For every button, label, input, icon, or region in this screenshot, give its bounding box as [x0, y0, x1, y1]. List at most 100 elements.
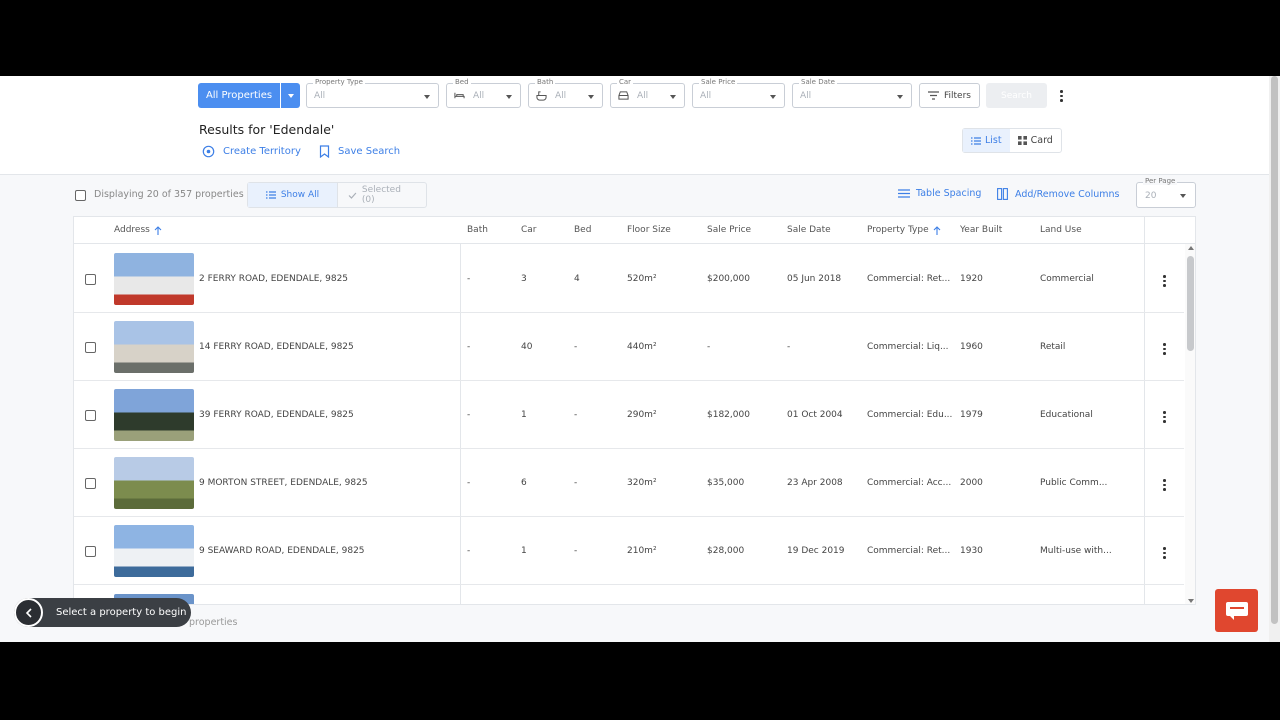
page-scrollbar[interactable] [1269, 76, 1280, 642]
sale-date-cell: 01 Oct 2004 [787, 410, 843, 420]
car-cell: 1 [521, 546, 527, 556]
bath-cell: - [467, 342, 471, 352]
row-actions-icon[interactable] [1163, 275, 1166, 287]
property-type-cell: Commercial: Liq... [867, 342, 949, 352]
land-use-cell: Retail [1040, 342, 1066, 352]
table-row[interactable]: 14 FERRY ROAD, EDENDALE, 9825 - 40 - 440m² - -… [74, 313, 1184, 381]
selected-button[interactable]: Selected (0) [337, 183, 426, 207]
collapse-button[interactable] [14, 598, 43, 627]
sale-price-cell: $182,000 [707, 410, 750, 420]
column-header-floor-size[interactable]: Floor Size [627, 225, 671, 235]
table-spacing-label: Table Spacing [916, 188, 982, 199]
column-header-car[interactable]: Car [521, 225, 537, 235]
property-photo [114, 389, 194, 441]
floor-size-cell: 290m² [627, 410, 657, 420]
column-header-address[interactable]: Address [114, 225, 162, 235]
column-label: Property Type [867, 225, 929, 235]
column-label: Car [521, 225, 537, 235]
scroll-up-icon[interactable] [1188, 246, 1194, 250]
sale-price-cell: $28,000 [707, 546, 745, 556]
bed-select[interactable]: Bed All [446, 78, 521, 108]
row-actions-icon[interactable] [1163, 547, 1166, 559]
card-view-button[interactable]: Card [1010, 129, 1061, 152]
filters-label: Filters [944, 90, 971, 101]
address-cell[interactable]: 39 FERRY ROAD, EDENDALE, 9825 [199, 410, 354, 420]
column-header-bath[interactable]: Bath [467, 225, 488, 235]
row-checkbox[interactable] [85, 478, 96, 489]
list-icon [265, 191, 276, 199]
bookmark-icon [319, 145, 330, 158]
create-territory-link[interactable]: Create Territory [202, 145, 301, 158]
table-scrollbar[interactable] [1185, 244, 1195, 604]
select-property-toast[interactable]: Select a property to begin [14, 598, 191, 627]
property-type-select[interactable]: Property Type All [306, 78, 439, 108]
per-page-select[interactable]: Per Page 20 [1136, 177, 1196, 208]
land-use-cell: Public Comm... [1040, 478, 1108, 488]
show-all-button[interactable]: Show All [248, 183, 337, 207]
page-scrollbar-thumb[interactable] [1271, 76, 1278, 624]
row-checkbox[interactable] [85, 274, 96, 285]
row-checkbox[interactable] [85, 410, 96, 421]
search-button[interactable]: Search [986, 83, 1047, 108]
address-cell[interactable]: 2 FERRY ROAD, EDENDALE, 9825 [199, 274, 348, 284]
scrollbar-thumb[interactable] [1187, 256, 1194, 351]
chat-button[interactable] [1215, 589, 1258, 632]
address-cell[interactable]: 9 MORTON STREET, EDENDALE, 9825 [199, 478, 368, 488]
sale-date-select[interactable]: Sale Date All [792, 78, 912, 108]
sale-price-select[interactable]: Sale Price All [692, 78, 785, 108]
scroll-down-icon[interactable] [1188, 599, 1194, 603]
field-value: All [637, 91, 649, 101]
list-view-button[interactable]: List [963, 129, 1010, 152]
chevron-left-icon [25, 607, 32, 618]
table-spacing-link[interactable]: Table Spacing [898, 188, 981, 199]
land-use-cell: Educational [1040, 410, 1093, 420]
column-header-bed[interactable]: Bed [574, 225, 591, 235]
address-cell[interactable]: 9 SEAWARD ROAD, EDENDALE, 9825 [199, 546, 365, 556]
table-row[interactable]: 9 SEAWARD ROAD, EDENDALE, 9825 - 1 - 210m² $2… [74, 517, 1184, 585]
row-actions-icon[interactable] [1163, 411, 1166, 423]
car-cell: 40 [521, 342, 533, 352]
table-row[interactable]: 9 MORTON STREET, EDENDALE, 9825 - 6 - 320m² $… [74, 449, 1184, 517]
table-row[interactable]: 39 FERRY ROAD, EDENDALE, 9825 - 1 - 290m² $18… [74, 381, 1184, 449]
bath-select[interactable]: Bath All [528, 78, 603, 108]
table-row[interactable]: 2 FERRY ROAD, EDENDALE, 9825 - 3 4 520m² $200… [74, 245, 1184, 313]
land-use-cell: Multi-use with... [1040, 546, 1112, 556]
column-header-sale-date[interactable]: Sale Date [787, 225, 831, 235]
chevron-down-icon [897, 95, 903, 99]
row-actions-icon[interactable] [1163, 479, 1166, 491]
sort-ascending-icon [154, 225, 162, 235]
bed-cell: - [574, 410, 578, 420]
more-options-icon[interactable] [1060, 90, 1063, 102]
scope-dropdown-button[interactable] [281, 83, 300, 108]
filters-button[interactable]: Filters [919, 83, 980, 108]
select-all-checkbox[interactable] [75, 190, 86, 201]
car-cell: 6 [521, 478, 527, 488]
car-select[interactable]: Car All [610, 78, 685, 108]
per-page-label: Per Page [1143, 177, 1178, 185]
search-header: All Properties Property Type All Bed All… [0, 76, 1269, 175]
car-cell: 1 [521, 410, 527, 420]
all-properties-button[interactable]: All Properties [198, 83, 280, 108]
column-header-sale-price[interactable]: Sale Price [707, 225, 751, 235]
column-label: Land Use [1040, 225, 1082, 235]
toast-text: Select a property to begin [56, 607, 187, 618]
chevron-down-icon [424, 95, 430, 99]
field-value: All [800, 91, 812, 101]
column-header-land-use[interactable]: Land Use [1040, 225, 1082, 235]
bed-icon [454, 92, 465, 99]
row-checkbox[interactable] [85, 342, 96, 353]
add-remove-columns-link[interactable]: Add/Remove Columns [997, 188, 1120, 200]
row-actions-icon[interactable] [1163, 343, 1166, 355]
sale-date-cell: 05 Jun 2018 [787, 274, 842, 284]
column-header-property-type[interactable]: Property Type [867, 225, 941, 235]
row-checkbox[interactable] [85, 546, 96, 557]
year-built-cell: 1960 [960, 342, 983, 352]
year-built-cell: 2000 [960, 478, 983, 488]
address-cell[interactable]: 14 FERRY ROAD, EDENDALE, 9825 [199, 342, 354, 352]
save-search-link[interactable]: Save Search [319, 145, 400, 158]
land-use-cell: Commercial [1040, 274, 1094, 284]
field-value: All [555, 91, 567, 101]
column-header-year-built[interactable]: Year Built [960, 225, 1002, 235]
property-type-cell: Commercial: Acc... [867, 478, 952, 488]
table-row-partial[interactable] [74, 586, 1184, 604]
